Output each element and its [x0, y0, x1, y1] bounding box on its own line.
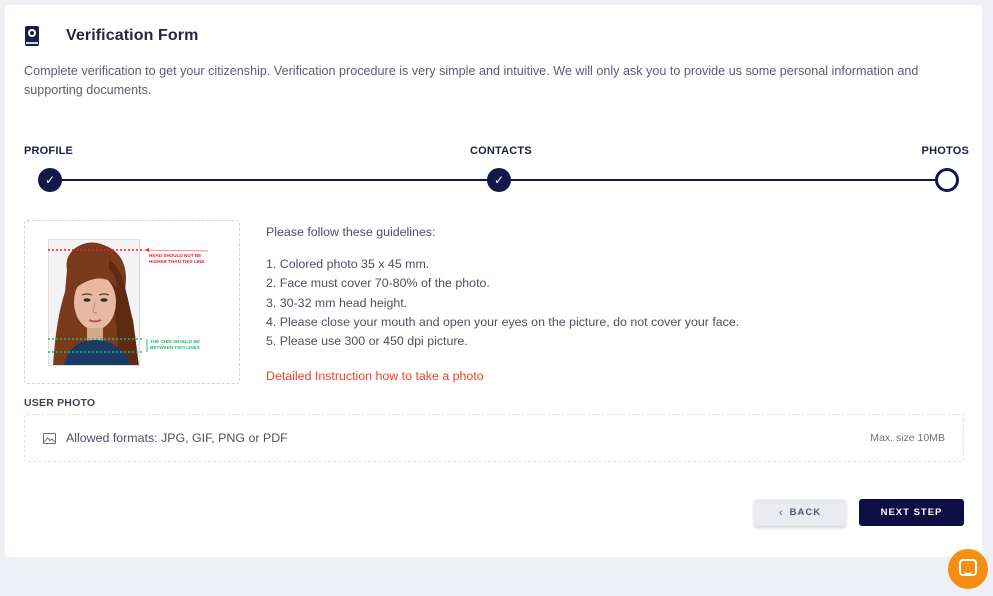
- guideline-item: 5. Please use 300 or 450 dpi picture.: [266, 334, 468, 349]
- photo-guidelines: Please follow these guidelines: 1. Color…: [266, 223, 739, 386]
- step-label-contacts: CONTACTS: [470, 145, 532, 157]
- page-title: Verification Form: [66, 27, 199, 44]
- step-label-profile: PROFILE: [24, 145, 74, 157]
- step-label-photos: PHOTOS: [921, 145, 969, 157]
- intro-text: Complete verification to get your citize…: [24, 64, 919, 97]
- user-photo-label: USER PHOTO: [24, 397, 96, 409]
- next-step-label: NEXT STEP: [880, 507, 943, 518]
- step-dot-contacts-check-icon[interactable]: ✓: [487, 168, 511, 192]
- form-header: Verification Form: [25, 26, 198, 46]
- back-button[interactable]: ‹ BACK: [754, 499, 846, 526]
- step-dot-profile-check-icon[interactable]: ✓: [38, 168, 62, 192]
- photo-example-box: HEAD SHOULD NOT BE HIGHER THAN THIS LINE…: [24, 220, 240, 384]
- chevron-left-icon: ‹: [778, 506, 784, 519]
- chat-bubble-icon: [959, 559, 977, 576]
- back-button-label: BACK: [789, 507, 822, 518]
- max-size-note: Max. size 10MB: [870, 432, 945, 444]
- photo-example: HEAD SHOULD NOT BE HIGHER THAN THIS LINE…: [48, 239, 215, 366]
- guideline-item: 1. Colored photo 35 x 45 mm.: [266, 257, 430, 272]
- progress-stepper: PROFILE CONTACTS PHOTOS ✓ ✓: [24, 145, 969, 195]
- guideline-item: 3. 30-32 mm head height.: [266, 295, 408, 310]
- head-line-note: HEAD SHOULD NOT BE HIGHER THAN THIS LINE: [149, 253, 205, 264]
- chin-lines-note: THE CHIN SHOULD BE BETWEEN TWO LINES: [150, 339, 201, 350]
- guideline-item: 2. Face must cover 70-80% of the photo.: [266, 276, 490, 291]
- photo-instruction-link[interactable]: Detailed Instruction how to take a photo: [266, 367, 739, 386]
- image-icon: [43, 433, 56, 444]
- allowed-formats-hint: Allowed formats: JPG, GIF, PNG or PDF: [66, 431, 288, 445]
- chat-launcher-button[interactable]: [948, 549, 988, 589]
- verification-card: Verification Form Complete verification …: [5, 5, 982, 557]
- guideline-item: 4. Please close your mouth and open your…: [266, 314, 740, 329]
- user-photo-dropzone[interactable]: Allowed formats: JPG, GIF, PNG or PDF Ma…: [24, 414, 964, 462]
- step-dot-photos-current[interactable]: [935, 168, 959, 192]
- guidelines-title: Please follow these guidelines:: [266, 225, 436, 239]
- next-step-button[interactable]: NEXT STEP: [859, 499, 964, 526]
- passport-logo-icon: [25, 26, 39, 46]
